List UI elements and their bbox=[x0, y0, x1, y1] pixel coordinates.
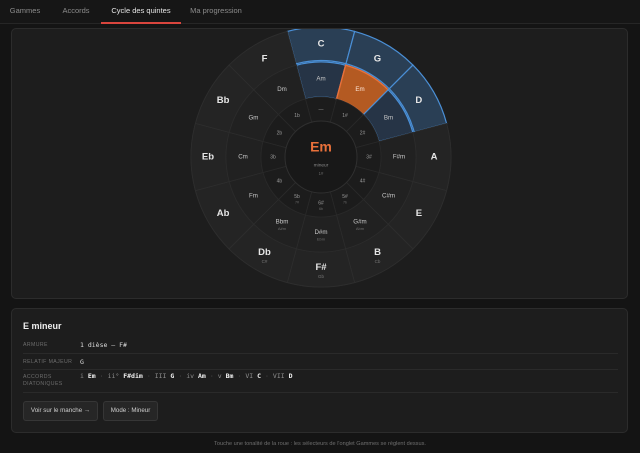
major-key-label: Eb bbox=[202, 152, 214, 163]
signature-label: 5b bbox=[294, 194, 300, 200]
tab-gammes[interactable]: Gammes bbox=[6, 0, 44, 24]
chord-degree: i bbox=[80, 372, 88, 380]
chord-name[interactable]: F#dim bbox=[123, 372, 143, 380]
relatif-value: G bbox=[80, 358, 84, 366]
minor-key-label: Gm bbox=[248, 115, 258, 122]
mode-mineur-button[interactable]: Mode : Mineur bbox=[103, 401, 158, 421]
signature-label: 5# bbox=[342, 194, 348, 200]
major-key-enharmonic: C# bbox=[262, 259, 268, 264]
signature-label: 4# bbox=[360, 178, 366, 184]
minor-key-enharmonic: Abm bbox=[356, 226, 365, 231]
chord-separator: · bbox=[237, 372, 242, 380]
signature-label: 4b bbox=[277, 178, 283, 184]
chord-degree: ii° bbox=[107, 372, 124, 380]
center-mode-label: mineur bbox=[314, 162, 329, 168]
chord-separator: · bbox=[146, 372, 151, 380]
diatoniques-label: DIATONIQUES bbox=[23, 381, 63, 387]
row-relatif-majeur: RELATIF MAJEUR G bbox=[23, 354, 618, 370]
signature-label: — bbox=[319, 106, 324, 112]
row-accords-diatoniques: ACCORDS DIATONIQUES i Em · ii° F#dim · III G… bbox=[23, 370, 618, 393]
chord-name[interactable]: Bm bbox=[226, 372, 234, 380]
major-key-label: B bbox=[374, 247, 381, 258]
signature-label: 2# bbox=[360, 130, 366, 136]
armure-value: 1 dièse — F# bbox=[80, 341, 127, 349]
tab-cycle-des-quintes[interactable]: Cycle des quintes bbox=[101, 0, 181, 24]
major-key-label: G bbox=[374, 54, 381, 65]
center-key-label: Em bbox=[310, 139, 332, 155]
chord-degree: VI bbox=[245, 372, 258, 380]
tab-ma-progression[interactable]: Ma progression bbox=[188, 0, 244, 24]
minor-key-label: Bm bbox=[384, 115, 393, 122]
chord-name[interactable]: C bbox=[257, 372, 261, 380]
chord-name[interactable]: Em bbox=[88, 372, 96, 380]
wheel-card: C Am — G Em 1# D Bm 2# A F#m 3# E C#m 4# B Cb G#m Abm 5# 7b F… bbox=[11, 28, 628, 299]
major-key-label: C bbox=[318, 39, 325, 50]
minor-key-enharmonic: A#m bbox=[278, 226, 287, 231]
diatonic-chords-list: i Em · ii° F#dim · III G · iv Am · v Bm · VI C · VII… bbox=[80, 372, 292, 380]
minor-key-label: G#m bbox=[353, 219, 366, 226]
tab-bar: Gammes Accords Cycle des quintes Ma prog… bbox=[0, 0, 640, 24]
minor-key-label: Am bbox=[316, 76, 325, 83]
major-key-label: E bbox=[416, 208, 422, 219]
signature-enharmonic: 7b bbox=[343, 201, 347, 205]
chord-separator: · bbox=[178, 372, 183, 380]
chord-degree: III bbox=[154, 372, 171, 380]
signature-label: 3# bbox=[366, 154, 372, 160]
signature-label: 1b bbox=[294, 113, 300, 119]
minor-key-label: Em bbox=[355, 86, 364, 93]
relatif-label: RELATIF MAJEUR bbox=[23, 359, 73, 365]
signature-label: 2b bbox=[277, 130, 283, 136]
tab-accords[interactable]: Accords bbox=[57, 0, 95, 24]
major-key-label: F bbox=[262, 54, 268, 65]
key-info-card: E mineur ARMURE 1 dièse — F# RELATIF MAJ… bbox=[11, 308, 628, 433]
minor-key-label: D#m bbox=[314, 229, 327, 236]
major-key-enharmonic: Cb bbox=[375, 259, 381, 264]
chord-separator: · bbox=[264, 372, 269, 380]
chord-separator: · bbox=[99, 372, 104, 380]
minor-key-label: Cm bbox=[238, 154, 248, 161]
major-key-label: D bbox=[415, 95, 422, 106]
center-disc bbox=[284, 120, 358, 194]
minor-key-enharmonic: Ebm bbox=[317, 237, 326, 242]
minor-key-label: Bbm bbox=[276, 219, 289, 226]
chord-degree: iv bbox=[186, 372, 198, 380]
signature-label: 1# bbox=[342, 113, 348, 119]
major-key-label: A bbox=[431, 152, 438, 163]
major-key-label: F# bbox=[315, 262, 327, 273]
major-key-label: Bb bbox=[217, 95, 230, 106]
chord-name[interactable]: Am bbox=[198, 372, 206, 380]
center-signature-label: 1# bbox=[319, 171, 324, 176]
chord-degree: VII bbox=[272, 372, 289, 380]
chord-degree: v bbox=[217, 372, 226, 380]
circle-of-fifths-wheel: C Am — G Em 1# D Bm 2# A F#m 3# E C#m 4# BCb G#mAbm 5#7b F… bbox=[190, 29, 452, 288]
chord-name[interactable]: G bbox=[170, 372, 174, 380]
signature-label: 3b bbox=[270, 154, 276, 160]
armure-label: ARMURE bbox=[23, 342, 48, 348]
major-key-label: Db bbox=[258, 247, 271, 258]
minor-key-label: Fm bbox=[249, 193, 258, 200]
minor-key-label: C#m bbox=[382, 193, 395, 200]
signature-enharmonic: 6b bbox=[319, 207, 323, 211]
key-title: E mineur bbox=[23, 321, 62, 331]
major-key-label: Ab bbox=[217, 208, 230, 219]
minor-key-label: F#m bbox=[393, 154, 405, 161]
minor-key-label: Dm bbox=[277, 86, 287, 93]
signature-label: 6# bbox=[318, 200, 324, 206]
chord-name[interactable]: D bbox=[289, 372, 293, 380]
row-armure: ARMURE 1 dièse — F# bbox=[23, 338, 618, 354]
chord-separator: · bbox=[209, 372, 214, 380]
hint-text: Touche une tonalité de la roue : les sél… bbox=[214, 441, 426, 447]
major-key-enharmonic: Gb bbox=[318, 274, 325, 279]
voir-sur-le-manche-button[interactable]: Voir sur le manche → bbox=[23, 401, 98, 421]
signature-enharmonic: 7# bbox=[295, 201, 299, 205]
